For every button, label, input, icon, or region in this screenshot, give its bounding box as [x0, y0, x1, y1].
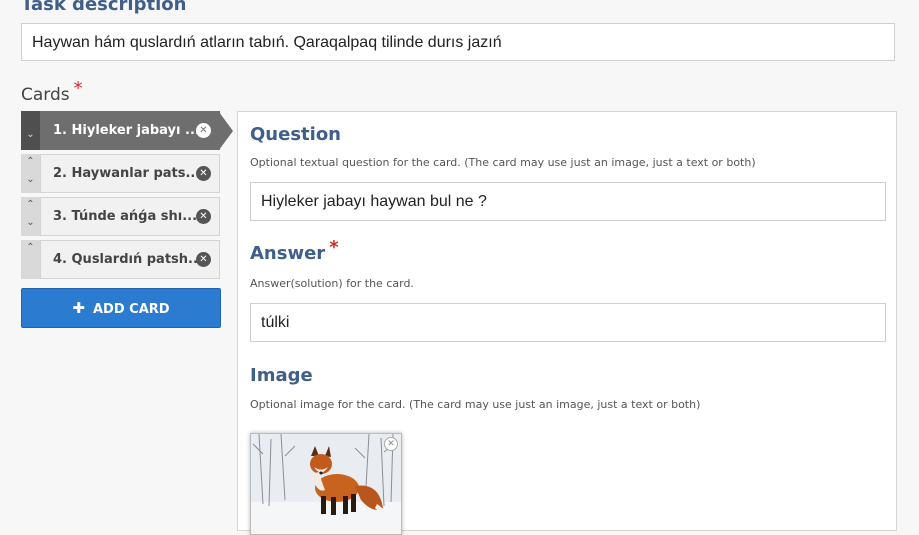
required-mark: *	[190, 0, 199, 9]
card-item-body[interactable]: 3. Túnde ańǵa shı... ✕	[40, 197, 220, 236]
answer-title-text: Answer	[250, 243, 326, 264]
card-item-4[interactable]: ⌃ 4. Quslardıń patsh... ✕	[21, 240, 220, 279]
card-sort-handle[interactable]: ⌃	[21, 240, 40, 279]
required-mark: *	[73, 78, 83, 99]
chevron-up-icon[interactable]: ⌃	[21, 242, 40, 253]
close-icon[interactable]: ✕	[384, 437, 398, 451]
image-title: Image	[250, 365, 313, 386]
image-help: Optional image for the card. (The card m…	[250, 398, 701, 411]
card-item-body[interactable]: 1. Hiyleker jabayı ... ✕	[40, 111, 233, 150]
answer-input[interactable]: túlki	[250, 303, 886, 342]
card-item-label: 4. Quslardıń patsh...	[53, 252, 203, 267]
add-card-label: ADD CARD	[93, 302, 170, 317]
chevron-up-icon[interactable]: ⌃	[21, 156, 40, 167]
card-sort-handle[interactable]: ⌄	[21, 111, 40, 150]
card-item-body[interactable]: 2. Haywanlar pats... ✕	[40, 154, 220, 193]
fox-image	[251, 434, 401, 534]
task-description-label: Task description*	[21, 0, 200, 15]
cards-label: Cards *	[21, 78, 83, 105]
card-sort-handle[interactable]: ⌃ ⌄	[21, 197, 40, 236]
question-help: Optional textual question for the card. …	[250, 156, 756, 169]
answer-title: Answer *	[250, 237, 339, 264]
add-card-button[interactable]: ✚ ADD CARD	[21, 288, 221, 328]
question-input[interactable]: Hiyleker jabayı haywan bul ne ?	[250, 182, 886, 221]
card-item-body[interactable]: 4. Quslardıń patsh... ✕	[40, 240, 220, 279]
card-item-label: 3. Túnde ańǵa shı...	[53, 209, 198, 224]
answer-help: Answer(solution) for the card.	[250, 277, 414, 290]
task-description-label-text: Task description	[21, 0, 187, 15]
remove-card-icon[interactable]: ✕	[196, 123, 211, 138]
chevron-up-icon[interactable]: ⌃	[21, 199, 40, 210]
question-title: Question	[250, 124, 341, 145]
card-editor-panel: Question Optional textual question for t…	[237, 111, 897, 535]
chevron-down-icon[interactable]: ⌄	[21, 217, 40, 228]
card-sort-handle[interactable]: ⌃ ⌄	[21, 154, 40, 193]
card-item-2[interactable]: ⌃ ⌄ 2. Haywanlar pats... ✕	[21, 154, 220, 193]
remove-card-icon[interactable]: ✕	[196, 252, 211, 267]
chevron-down-icon[interactable]: ⌄	[21, 174, 40, 185]
card-item-label: 2. Haywanlar pats...	[53, 166, 201, 181]
remove-card-icon[interactable]: ✕	[196, 209, 211, 224]
card-item-1[interactable]: ⌄ 1. Hiyleker jabayı ... ✕	[21, 111, 233, 150]
card-item-label: 1. Hiyleker jabayı ...	[53, 123, 200, 138]
card-image-thumbnail[interactable]: ✕	[250, 433, 402, 535]
card-item-3[interactable]: ⌃ ⌄ 3. Túnde ańǵa shı... ✕	[21, 197, 220, 236]
active-card-pointer	[219, 112, 233, 150]
cards-label-text: Cards	[21, 85, 70, 105]
plus-icon: ✚	[72, 299, 85, 317]
task-description-input[interactable]: Haywan hám quslardıń atların tabıń. Qara…	[21, 23, 895, 61]
required-mark: *	[329, 237, 339, 258]
remove-card-icon[interactable]: ✕	[196, 166, 211, 181]
chevron-down-icon[interactable]: ⌄	[21, 129, 40, 140]
